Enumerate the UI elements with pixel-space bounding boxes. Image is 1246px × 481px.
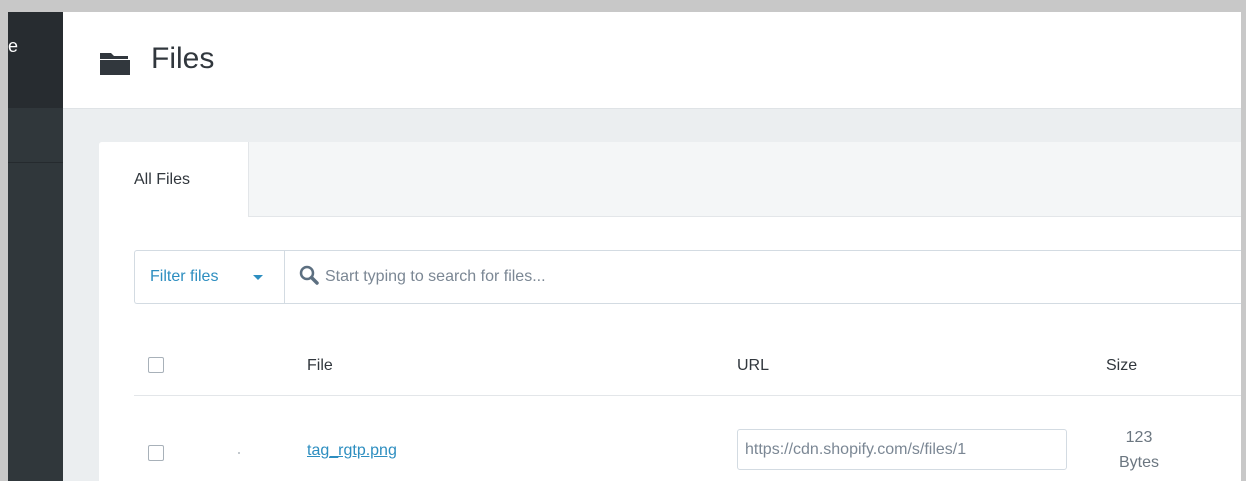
file-size: 123 Bytes bbox=[1099, 425, 1179, 475]
file-url-field[interactable] bbox=[737, 429, 1067, 470]
tab-all-files-label: All Files bbox=[134, 171, 191, 188]
table-divider bbox=[134, 395, 1241, 396]
app-window: e Files All Files Filter files Start typ… bbox=[8, 12, 1241, 481]
sidebar: e bbox=[8, 12, 63, 481]
sidebar-header[interactable]: e bbox=[8, 12, 63, 108]
column-header-size[interactable]: Size bbox=[1106, 357, 1137, 375]
sidebar-divider bbox=[8, 162, 63, 163]
filter-files-button[interactable]: Filter files bbox=[135, 251, 285, 303]
select-all-checkbox[interactable] bbox=[148, 357, 164, 373]
column-header-file[interactable]: File bbox=[307, 357, 333, 375]
filter-files-label: Filter files bbox=[150, 268, 219, 285]
file-thumbnail[interactable] bbox=[238, 452, 240, 454]
row-checkbox[interactable] bbox=[148, 445, 164, 461]
column-header-url: URL bbox=[737, 357, 770, 374]
file-size-unit: Bytes bbox=[1118, 454, 1159, 471]
tab-bar: All Files bbox=[99, 142, 1241, 217]
page-title: Files bbox=[151, 42, 215, 75]
file-name-link[interactable]: tag_rgtp.png bbox=[307, 442, 397, 460]
folder-icon bbox=[100, 53, 130, 80]
search-input[interactable] bbox=[325, 262, 1025, 292]
page-header: Files bbox=[63, 12, 1241, 109]
search-icon bbox=[299, 265, 319, 290]
filter-search-bar: Filter files bbox=[134, 250, 1241, 304]
sidebar-header-label: e bbox=[8, 36, 19, 56]
tab-all-files[interactable]: All Files bbox=[99, 142, 249, 217]
files-card: All Files Filter files File URL Size tag… bbox=[99, 142, 1241, 481]
file-size-number: 123 bbox=[1125, 429, 1153, 446]
caret-down-icon bbox=[253, 275, 263, 280]
